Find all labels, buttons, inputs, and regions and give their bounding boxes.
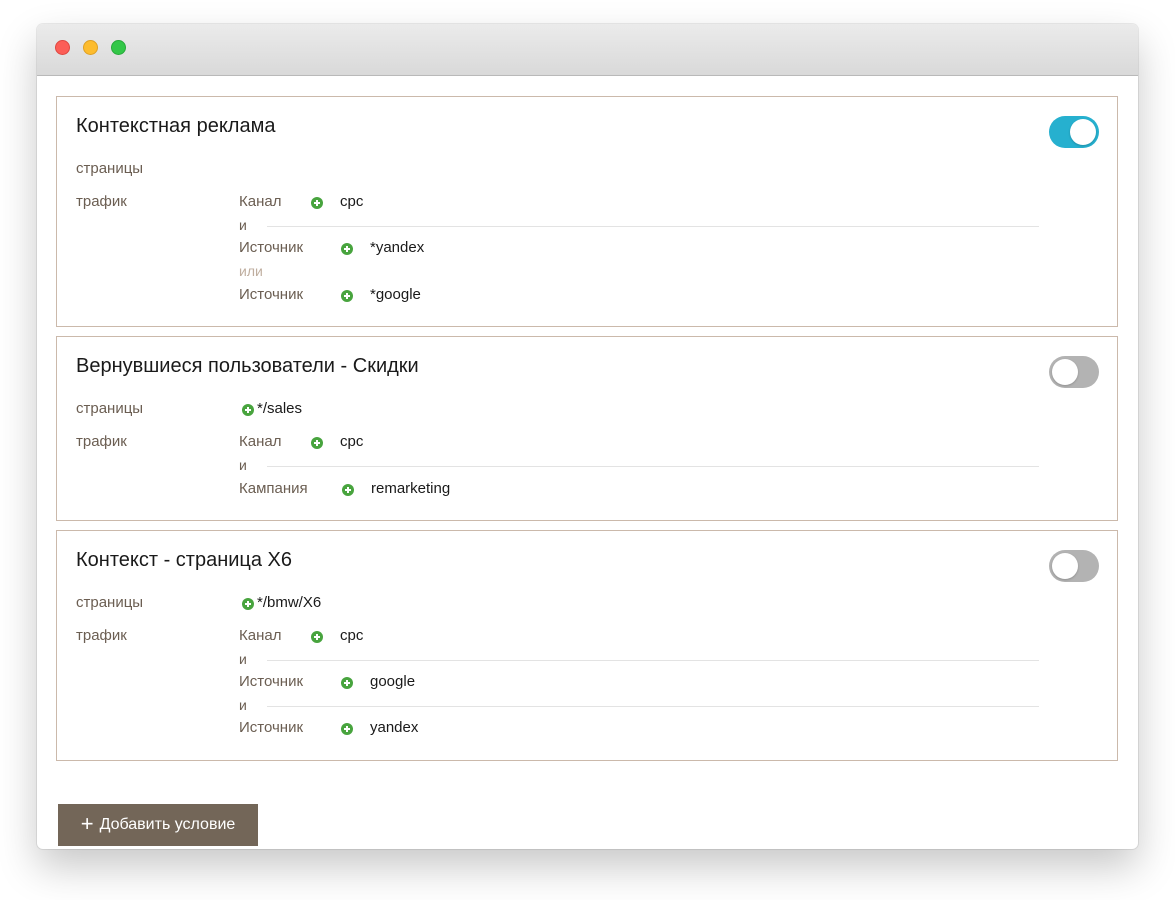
conjunction-label: и [239,457,247,473]
condition-value: cpc [340,627,364,644]
rule-enabled-toggle[interactable] [1049,116,1099,148]
pages-value: */sales [257,400,303,417]
pages-value: */bmw/X6 [257,594,322,611]
add-condition-label: Добавить условие [99,816,236,833]
condition-divider [267,226,1039,227]
condition-label: Источник [239,239,304,256]
condition-label: Канал [239,433,282,450]
condition-label: Источник [239,286,304,303]
conjunction-label: или [239,263,263,279]
add-value-icon[interactable] [341,290,353,302]
toggle-knob [1052,553,1078,579]
add-value-icon[interactable] [311,437,323,449]
condition-value: *google [370,286,421,303]
condition-label: Канал [239,627,282,644]
rules-list: Контекстная реклама страницы трафик Кана… [37,76,1138,849]
conjunction-label: и [239,651,247,667]
condition-value: cpc [340,433,364,450]
rule-card: Вернувшиеся пользователи - Скидки страни… [56,336,1118,521]
conjunction-label: и [239,697,247,713]
add-value-icon[interactable] [341,243,353,255]
add-value-icon[interactable] [341,723,353,735]
condition-divider [267,706,1039,707]
pages-label: страницы [76,594,144,611]
zoom-window-button[interactable] [111,40,126,55]
condition-value: yandex [370,719,419,736]
pages-label: страницы [76,160,144,177]
rule-title: Контекст - страница X6 [76,549,293,571]
rule-enabled-toggle[interactable] [1049,356,1099,388]
condition-label: Кампания [239,480,308,497]
condition-value: cpc [340,193,364,210]
add-page-icon[interactable] [242,598,254,610]
traffic-label: трафик [76,193,127,210]
rule-title: Контекстная реклама [76,115,276,137]
add-condition-button[interactable]: + Добавить условие [58,804,258,846]
toggle-knob [1052,359,1078,385]
close-window-button[interactable] [55,40,70,55]
add-value-icon[interactable] [311,631,323,643]
plus-icon: + [80,811,94,836]
traffic-label: трафик [76,433,127,450]
condition-value: remarketing [371,480,451,497]
title-bar [37,24,1138,76]
condition-value: google [370,673,416,690]
rule-enabled-toggle[interactable] [1049,550,1099,582]
add-page-icon[interactable] [242,404,254,416]
traffic-label: трафик [76,627,127,644]
app-window: Контекстная реклама страницы трафик Кана… [37,24,1138,849]
condition-divider [267,466,1039,467]
rule-title: Вернувшиеся пользователи - Скидки [76,355,419,377]
rule-card: Контекст - страница X6 страницы */bmw/X6… [56,530,1118,761]
minimize-window-button[interactable] [83,40,98,55]
pages-label: страницы [76,400,144,417]
add-value-icon[interactable] [311,197,323,209]
condition-divider [267,660,1039,661]
condition-label: Канал [239,193,282,210]
rule-card: Контекстная реклама страницы трафик Кана… [56,96,1118,327]
conjunction-label: и [239,217,247,233]
add-value-icon[interactable] [342,484,354,496]
add-value-icon[interactable] [341,677,353,689]
condition-label: Источник [239,673,304,690]
condition-value: *yandex [370,239,425,256]
toggle-knob [1070,119,1096,145]
condition-label: Источник [239,719,304,736]
